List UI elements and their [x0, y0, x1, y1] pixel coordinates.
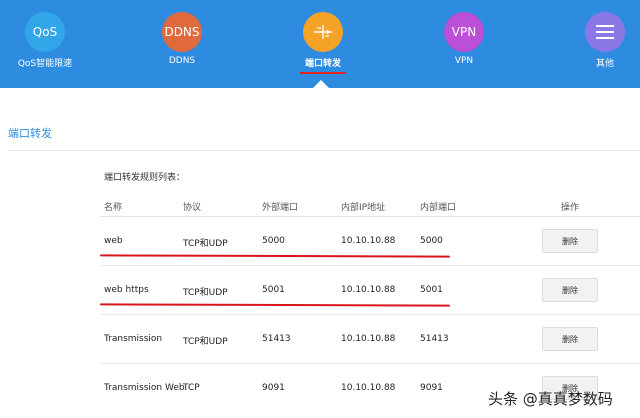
- cell-name: web: [104, 236, 123, 246]
- cell-external-port: 5000: [262, 236, 285, 246]
- cell-protocol: TCP和UDP: [183, 337, 228, 347]
- qos-icon-text: QoS: [32, 25, 58, 39]
- vpn-icon: VPN: [444, 12, 484, 52]
- cell-name: Transmission: [104, 334, 163, 344]
- cell-internal-ip: 10.10.10.88: [341, 334, 396, 344]
- vpn-icon-text: VPN: [451, 25, 477, 39]
- nav-label-qos: QoS智能限速: [17, 59, 73, 69]
- nav-label-other: 其他: [595, 59, 614, 69]
- active-tab-underline: [300, 72, 346, 74]
- menu-icon: [585, 12, 625, 52]
- cell-internal-port: 5000: [420, 236, 443, 246]
- cell-name: Transmission Web: [104, 383, 185, 393]
- nav-item-ddns[interactable]: DDNS DDNS: [137, 0, 227, 88]
- cell-protocol: TCP和UDP: [183, 239, 228, 249]
- delete-button[interactable]: 删除: [542, 229, 598, 253]
- header-external-port: 外部端口: [262, 203, 299, 213]
- cell-protocol: TCP和UDP: [183, 288, 228, 298]
- rules-list-caption: 端口转发规则列表：: [104, 173, 186, 183]
- header-internal-port: 内部端口: [420, 203, 457, 213]
- port-forwarding-icon: [303, 12, 343, 52]
- red-underline-annotation: [99, 254, 451, 258]
- header-name: 名称: [104, 203, 123, 213]
- delete-button[interactable]: 删除: [542, 327, 598, 351]
- nav-item-port-forwarding[interactable]: 端口转发: [278, 0, 368, 88]
- cell-internal-port: 51413: [420, 334, 449, 344]
- hamburger-icon: [596, 25, 614, 39]
- port-forwarding-glyph-icon: [314, 25, 332, 39]
- nav-item-other[interactable]: 其他: [560, 0, 640, 88]
- header-action: 操作: [561, 203, 580, 213]
- nav-item-vpn[interactable]: VPN VPN: [419, 0, 509, 88]
- top-nav-bar: QoS QoS智能限速 DDNS DDNS 端口转发 VPN VPN 其他: [0, 0, 640, 88]
- ddns-icon: DDNS: [162, 12, 202, 52]
- cell-external-port: 9091: [262, 383, 285, 393]
- cell-internal-ip: 10.10.10.88: [341, 383, 396, 393]
- header-protocol: 协议: [183, 203, 202, 213]
- cell-internal-ip: 10.10.10.88: [341, 236, 396, 246]
- cell-name: web https: [104, 285, 149, 295]
- active-tab-caret: [313, 80, 329, 88]
- nav-label-ddns: DDNS: [168, 56, 196, 66]
- red-underline-annotation: [99, 303, 451, 307]
- cell-external-port: 5001: [262, 285, 285, 295]
- watermark-text: 头条 @真真梦数码: [488, 390, 613, 408]
- cell-protocol: TCP: [183, 383, 200, 393]
- section-divider: [8, 150, 640, 151]
- nav-label-port-forwarding: 端口转发: [304, 59, 341, 69]
- delete-button[interactable]: 删除: [542, 278, 598, 302]
- cell-internal-port: 9091: [420, 383, 443, 393]
- table-row: web https TCP和UDP 5001 10.10.10.88 5001 …: [99, 266, 640, 315]
- nav-label-vpn: VPN: [454, 56, 474, 66]
- qos-icon: QoS: [25, 12, 65, 52]
- ddns-icon-text: DDNS: [164, 25, 200, 39]
- table-row: web TCP和UDP 5000 10.10.10.88 5000 删除: [99, 217, 640, 266]
- table-row: Transmission TCP和UDP 51413 10.10.10.88 5…: [100, 315, 640, 364]
- cell-internal-ip: 10.10.10.88: [341, 285, 396, 295]
- section-title: 端口转发: [8, 127, 52, 140]
- header-internal-ip: 内部IP地址: [341, 203, 386, 213]
- cell-internal-port: 5001: [420, 285, 443, 295]
- nav-item-qos[interactable]: QoS QoS智能限速: [0, 0, 90, 88]
- cell-external-port: 51413: [262, 334, 291, 344]
